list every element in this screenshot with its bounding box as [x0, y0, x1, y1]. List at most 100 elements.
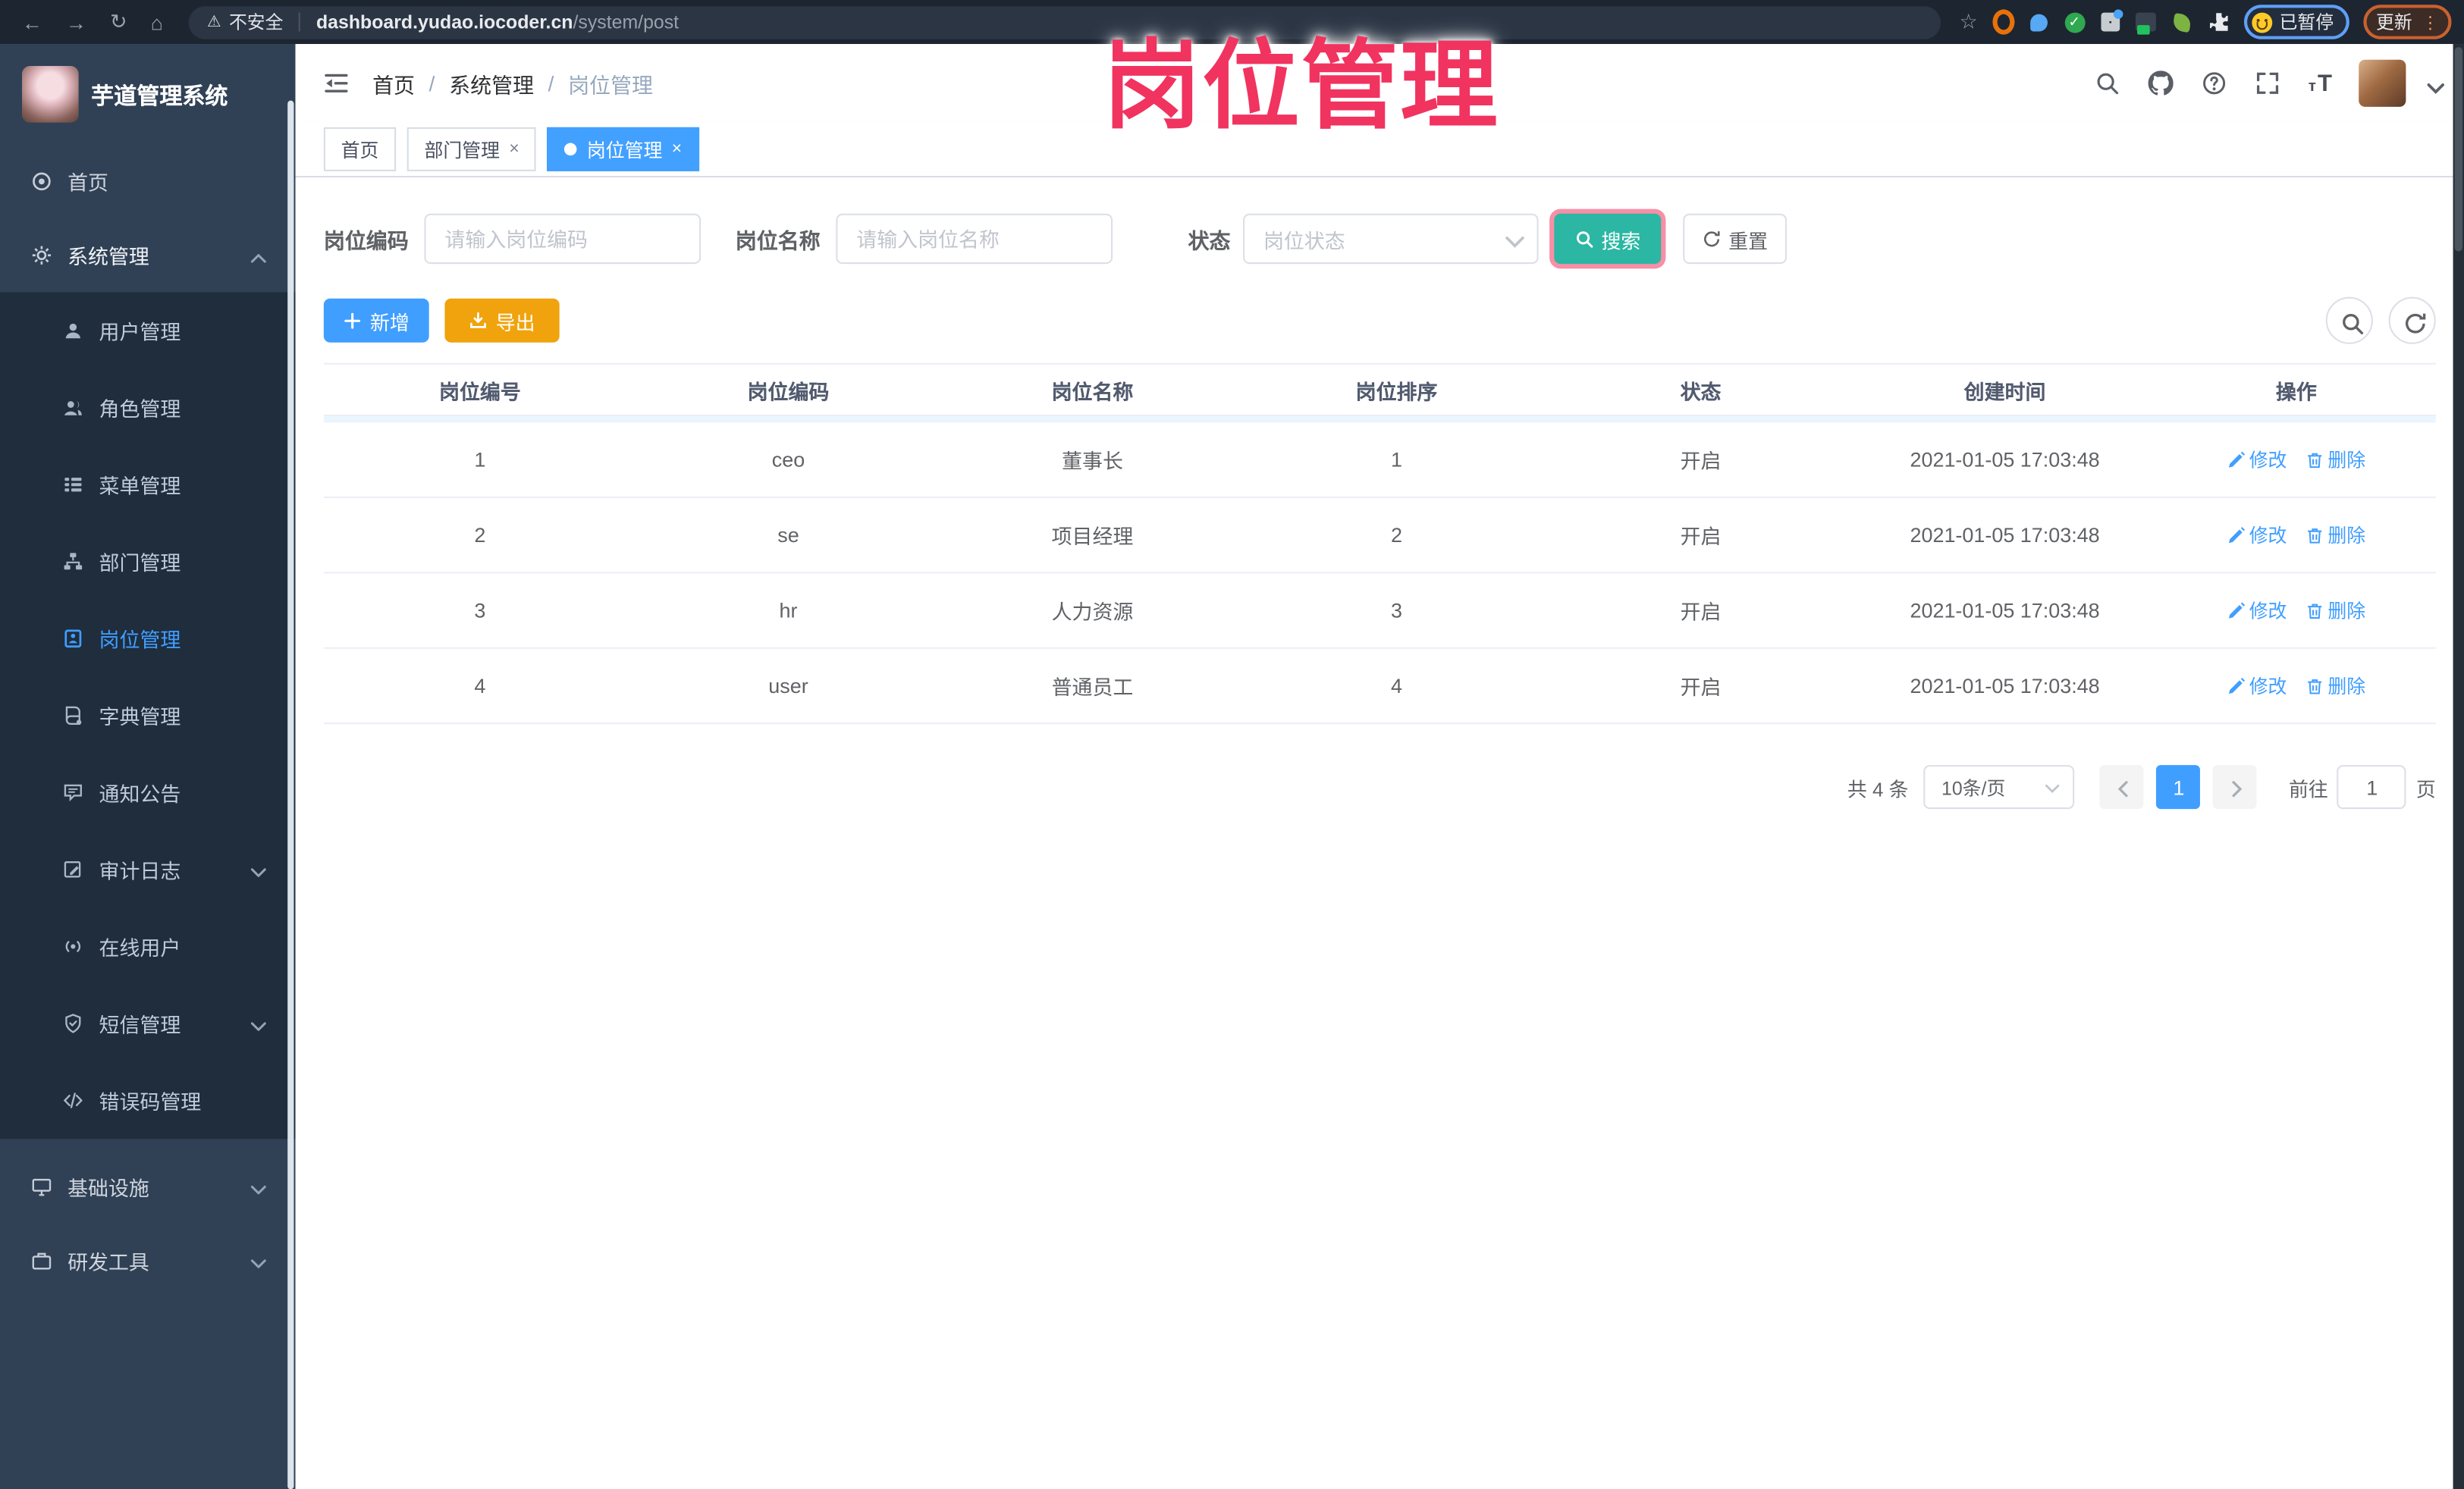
toggle-search-button[interactable]	[2325, 296, 2373, 344]
sidebar-item-online-users[interactable]: 在线用户	[0, 908, 296, 986]
system-submenu: 用户管理 角色管理 菜单管理 部门管理 岗位管理 字典管理 通知公告 审计日志 …	[0, 292, 296, 1139]
tab-posts[interactable]: 岗位管理 ×	[548, 127, 699, 171]
sidebar-item-error-codes[interactable]: 错误码管理	[0, 1062, 296, 1139]
edit-link[interactable]: 修改	[2227, 522, 2287, 548]
table-row[interactable]: 1 ceo 董事长 1 开启 2021-01-05 17:03:48 修改 删除	[323, 422, 2436, 498]
refresh-table-button[interactable]	[2388, 296, 2436, 344]
status-select[interactable]: 岗位状态	[1243, 213, 1539, 265]
table-row[interactable]: 2 se 项目经理 2 开启 2021-01-05 17:03:48 修改 删除	[323, 498, 2436, 574]
col-header-post-code: 岗位编码	[747, 379, 830, 403]
next-page-button[interactable]	[2213, 765, 2258, 810]
page-size-select[interactable]: 10条/页	[1924, 765, 2076, 810]
extension-grid-icon[interactable]	[2098, 9, 2123, 33]
reload-icon[interactable]: ↻	[110, 9, 127, 34]
add-button[interactable]: 新增	[323, 298, 429, 343]
goto-page-input[interactable]	[2337, 765, 2407, 810]
font-size-icon[interactable]: тT	[2309, 71, 2332, 95]
table-row[interactable]: 4 user 普通员工 4 开启 2021-01-05 17:03:48 修改 …	[323, 649, 2436, 725]
bookmark-star-icon[interactable]: ☆	[1960, 9, 1978, 34]
user-avatar[interactable]	[2359, 59, 2406, 107]
sidebar-item-label: 菜单管理	[99, 474, 181, 498]
breadcrumb-system[interactable]: 系统管理	[449, 67, 534, 99]
browser-nav: ← → ↻ ⌂	[13, 9, 173, 34]
edit-link[interactable]: 修改	[2227, 446, 2287, 472]
search-icon	[2340, 311, 2364, 334]
delete-link[interactable]: 删除	[2305, 446, 2365, 472]
pagination: 共 4 条 10条/页 1 前往 1 页	[324, 765, 2436, 810]
sidebar-item-dev-tools[interactable]: 研发工具	[0, 1224, 296, 1297]
sidebar-fold-icon[interactable]	[324, 70, 350, 96]
close-icon[interactable]: ×	[509, 139, 519, 158]
avatar-caret-icon[interactable]	[2423, 75, 2444, 94]
paused-pill[interactable]: 已暂停	[2243, 5, 2349, 39]
extension-check-icon[interactable]: ✓	[2064, 11, 2085, 33]
page-content: 岗位编码 岗位名称 状态 岗位状态 搜	[295, 177, 2464, 1489]
paused-label: 已暂停	[2279, 14, 2334, 33]
delete-link[interactable]: 删除	[2305, 672, 2365, 699]
search-icon[interactable]	[2095, 70, 2121, 96]
sidebar-item-home[interactable]: 首页	[0, 145, 296, 218]
download-icon	[469, 311, 488, 330]
sidebar-item-roles[interactable]: 角色管理	[0, 369, 296, 447]
post-code-input[interactable]	[424, 213, 702, 265]
post-name-input[interactable]	[836, 213, 1113, 265]
window-scrollbar[interactable]	[2453, 44, 2464, 1489]
sidebar-item-departments[interactable]: 部门管理	[0, 523, 296, 600]
security-label[interactable]: 不安全	[229, 9, 283, 34]
delete-link[interactable]: 删除	[2305, 597, 2365, 623]
help-icon[interactable]	[2202, 70, 2228, 96]
sidebar-item-posts[interactable]: 岗位管理	[0, 600, 296, 678]
menu-dots-icon[interactable]: ⋮	[2422, 12, 2439, 33]
sidebar-item-sms[interactable]: 短信管理	[0, 985, 296, 1062]
sidebar-item-label: 首页	[67, 171, 109, 195]
sidebar-item-dictionary[interactable]: 字典管理	[0, 677, 296, 754]
app-logo	[22, 66, 79, 123]
goto-label: 前往	[2288, 778, 2328, 801]
reset-button[interactable]: 重置	[1683, 213, 1787, 265]
annotation-overlay-title: 岗位管理	[1103, 33, 1499, 142]
close-icon[interactable]: ×	[672, 139, 682, 158]
trash-icon	[2305, 451, 2323, 469]
breadcrumb-home[interactable]: 首页	[372, 67, 415, 99]
table-row[interactable]: 3 hr 人力资源 3 开启 2021-01-05 17:03:48 修改 删除	[323, 573, 2436, 649]
extension-leaf-icon[interactable]	[2171, 11, 2193, 33]
status-text: 开启	[1680, 676, 1722, 700]
sidebar-item-menus[interactable]: 菜单管理	[0, 446, 296, 523]
sidebar-item-users[interactable]: 用户管理	[0, 292, 296, 369]
search-button[interactable]: 搜索	[1554, 213, 1662, 265]
table-toolbar: 新增 导出	[323, 296, 2436, 344]
tab-departments[interactable]: 部门管理 ×	[406, 127, 537, 171]
sidebar-item-label: 短信管理	[99, 1013, 181, 1037]
forward-icon[interactable]: →	[66, 10, 86, 33]
github-icon[interactable]	[2148, 70, 2174, 96]
update-button[interactable]: 更新 ⋮	[2363, 5, 2452, 39]
sidebar-item-system[interactable]: 系统管理	[0, 218, 296, 292]
home-icon[interactable]: ⌂	[151, 10, 163, 33]
app-logo-row[interactable]: 芋道管理系统	[0, 44, 296, 145]
update-label: 更新	[2376, 14, 2412, 33]
tab-home[interactable]: 首页	[323, 127, 397, 171]
extension-pin-icon[interactable]	[2028, 11, 2050, 33]
extension-orange-icon[interactable]	[1992, 9, 2014, 35]
page-unit-label: 页	[2415, 778, 2436, 801]
sidebar-scrollbar[interactable]	[287, 100, 294, 1489]
extension-badge-icon[interactable]	[2135, 11, 2157, 35]
address-bar[interactable]: ⚠ 不安全 dashboard.yudao.iocoder.cn /system…	[188, 5, 1941, 39]
breadcrumb: 首页 / 系统管理 / 岗位管理	[372, 67, 653, 99]
edit-link[interactable]: 修改	[2227, 672, 2287, 699]
fullscreen-icon[interactable]	[2255, 70, 2281, 96]
prev-page-button[interactable]	[2100, 765, 2145, 810]
page-number-button[interactable]: 1	[2156, 765, 2201, 810]
delete-link[interactable]: 删除	[2305, 522, 2365, 548]
back-icon[interactable]: ←	[22, 10, 42, 33]
posts-table: 岗位编号 岗位编码 岗位名称 岗位排序 状态 创建时间 操作 1 ceo 董事长…	[323, 362, 2436, 725]
security-warning-icon: ⚠	[207, 13, 221, 31]
edit-link[interactable]: 修改	[2227, 597, 2287, 623]
extensions-puzzle-icon[interactable]	[2207, 11, 2229, 33]
sidebar-item-infrastructure[interactable]: 基础设施	[0, 1150, 296, 1224]
status-text: 开启	[1680, 600, 1722, 624]
sidebar-item-audit-log[interactable]: 审计日志	[0, 831, 296, 908]
export-button[interactable]: 导出	[444, 298, 560, 343]
sidebar-item-notices[interactable]: 通知公告	[0, 754, 296, 832]
trash-icon	[2305, 526, 2323, 544]
